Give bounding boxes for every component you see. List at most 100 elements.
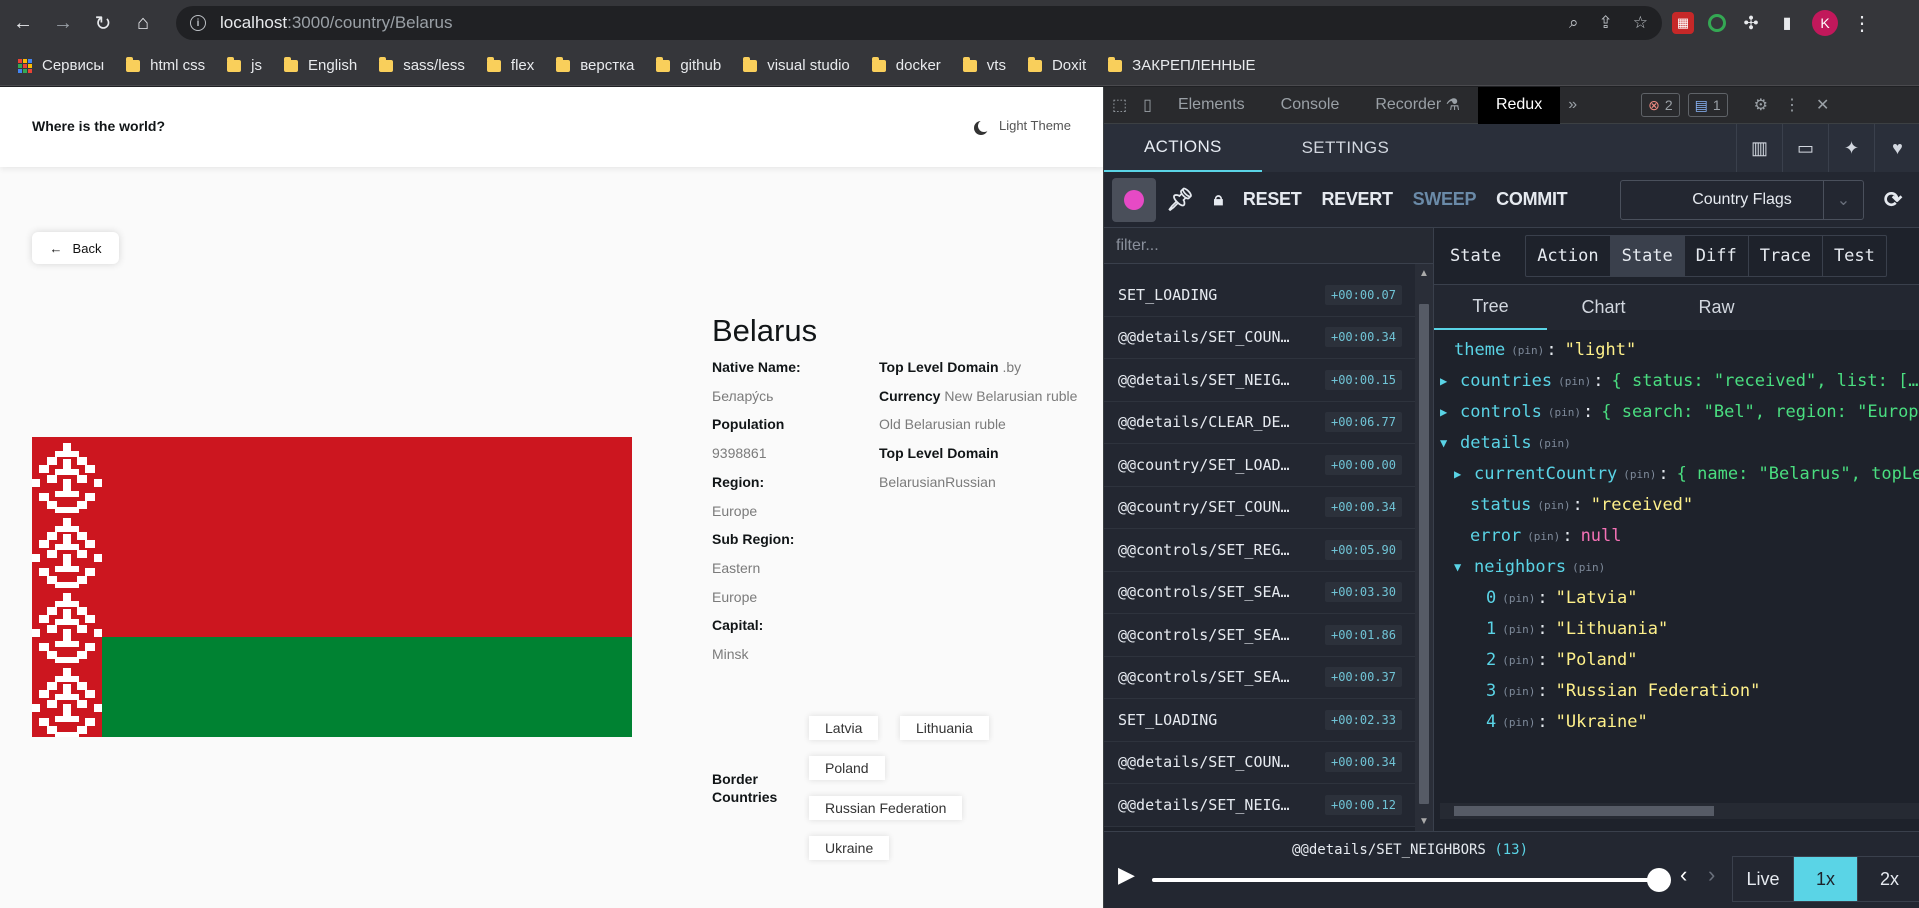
- tab-tree[interactable]: Tree: [1434, 285, 1547, 330]
- lock-icon[interactable]: 🔒︎: [1204, 172, 1233, 228]
- filter-input[interactable]: filter...: [1104, 228, 1433, 264]
- sweep-button[interactable]: SWEEP: [1403, 172, 1487, 228]
- tree-node-status[interactable]: status (pin): "received": [1470, 492, 1693, 518]
- error-count-badge[interactable]: ⊗ 2: [1641, 93, 1680, 117]
- sync-icon[interactable]: ⟳: [1874, 172, 1912, 228]
- profile-avatar[interactable]: K: [1812, 10, 1838, 36]
- home-icon[interactable]: ⌂: [126, 6, 160, 40]
- devtools-menu-icon[interactable]: ⋮: [1776, 87, 1808, 124]
- action-row[interactable]: SET_LOADING +00:02.33: [1104, 699, 1416, 742]
- action-row[interactable]: @@controls/SET_REG… +00:05.90: [1104, 529, 1416, 572]
- tree-node-neighbor[interactable]: 0 (pin): "Latvia": [1486, 585, 1638, 611]
- scrollbar-thumb[interactable]: [1454, 806, 1714, 816]
- reload-icon[interactable]: ↻: [86, 6, 120, 40]
- bookmark-folder[interactable]: github: [656, 56, 721, 74]
- tab-settings[interactable]: SETTINGS: [1262, 124, 1429, 172]
- action-row[interactable]: @@details/SET_NEIG… +00:00.12: [1104, 784, 1416, 827]
- scrollbar-thumb[interactable]: [1419, 304, 1429, 804]
- tree-node-neighbor[interactable]: 4 (pin): "Ukraine": [1486, 709, 1648, 735]
- action-row-partial[interactable]: [1104, 264, 1416, 275]
- book-icon[interactable]: ▥: [1736, 124, 1782, 172]
- scroll-up-icon[interactable]: ▲: [1419, 268, 1429, 279]
- tree-node-details[interactable]: ▼ details (pin): [1440, 430, 1573, 456]
- site-info-icon[interactable]: i: [190, 15, 206, 31]
- side-panel-icon[interactable]: ▮: [1776, 12, 1798, 34]
- bookmark-folder[interactable]: sass/less: [379, 56, 465, 74]
- inspect-element-icon[interactable]: ⬚: [1104, 87, 1135, 124]
- chat-icon[interactable]: ▭: [1782, 124, 1828, 172]
- action-row[interactable]: @@details/SET_COUN… +00:00.34: [1104, 316, 1416, 359]
- border-country-chip[interactable]: Russian Federation: [809, 796, 963, 820]
- tab-recorder[interactable]: Recorder ⚗: [1357, 87, 1478, 124]
- tab-state[interactable]: State: [1609, 236, 1684, 276]
- speed-2x[interactable]: 2x: [1857, 857, 1919, 901]
- back-button[interactable]: ← Back: [32, 232, 119, 264]
- tree-node-neighbor[interactable]: 3 (pin): "Russian Federation": [1486, 678, 1760, 704]
- tab-action[interactable]: Action: [1526, 236, 1609, 276]
- tree-node-theme[interactable]: theme (pin): "light": [1454, 337, 1636, 363]
- reset-button[interactable]: RESET: [1233, 172, 1312, 228]
- message-count-badge[interactable]: ▤ 1: [1687, 93, 1728, 117]
- play-icon[interactable]: ▶: [1118, 862, 1135, 888]
- speed-1x[interactable]: 1x: [1793, 857, 1857, 901]
- scroll-down-icon[interactable]: ▼: [1419, 816, 1429, 827]
- step-forward-icon[interactable]: ›: [1708, 862, 1715, 888]
- bookmark-folder[interactable]: visual studio: [743, 56, 850, 74]
- tab-redux[interactable]: Redux: [1477, 86, 1561, 124]
- close-icon[interactable]: ✕: [1808, 87, 1837, 124]
- tree-node-neighbor[interactable]: 1 (pin): "Lithuania": [1486, 616, 1668, 642]
- url-text[interactable]: localhost:3000/country/Belarus: [220, 13, 453, 33]
- browser-menu-icon[interactable]: ⋮: [1852, 11, 1872, 36]
- extension-red-icon[interactable]: ▦: [1672, 12, 1694, 34]
- bookmark-folder[interactable]: docker: [871, 56, 941, 74]
- theme-toggle[interactable]: Light Theme: [975, 118, 1071, 133]
- device-toolbar-icon[interactable]: ▯: [1135, 87, 1160, 124]
- border-country-chip[interactable]: Latvia: [809, 716, 879, 740]
- tab-diff[interactable]: Diff: [1683, 236, 1748, 276]
- tree-horizontal-scrollbar[interactable]: [1440, 803, 1919, 819]
- bookmark-star-icon[interactable]: ☆: [1633, 13, 1648, 33]
- tree-node-current-country[interactable]: ▶ currentCountry (pin):{ name: "Belarus", …: [1454, 461, 1919, 487]
- extensions-puzzle-icon[interactable]: ✣: [1740, 12, 1762, 34]
- action-list-scrollbar[interactable]: ▲ ▼: [1415, 264, 1433, 831]
- tab-actions[interactable]: ACTIONS: [1104, 124, 1262, 172]
- revert-button[interactable]: REVERT: [1311, 172, 1402, 228]
- app-title[interactable]: Where is the world?: [32, 118, 165, 134]
- tab-test[interactable]: Test: [1821, 236, 1886, 276]
- more-tabs-icon[interactable]: »: [1560, 87, 1585, 124]
- action-row[interactable]: @@country/SET_COUN… +00:00.34: [1104, 486, 1416, 529]
- pin-icon[interactable]: 📌︎: [1156, 172, 1204, 228]
- extension-green-icon[interactable]: [1708, 14, 1726, 32]
- bookmark-folder[interactable]: English: [284, 56, 357, 74]
- bookmark-folder[interactable]: верстка: [556, 56, 634, 74]
- tab-chart[interactable]: Chart: [1547, 285, 1660, 330]
- instance-select[interactable]: Country Flags ⌄: [1620, 180, 1864, 220]
- back-arrow-icon[interactable]: ←: [6, 6, 40, 40]
- record-button[interactable]: [1112, 177, 1156, 222]
- share-icon[interactable]: ⇪: [1599, 13, 1613, 33]
- action-row[interactable]: @@controls/SET_SEA… +00:01.86: [1104, 614, 1416, 657]
- border-country-chip[interactable]: Lithuania: [900, 716, 989, 740]
- border-country-chip[interactable]: Ukraine: [809, 836, 890, 860]
- settings-gear-icon[interactable]: ⚙: [1746, 87, 1776, 124]
- slider-handle[interactable]: [1647, 868, 1671, 892]
- forward-arrow-icon[interactable]: →: [46, 6, 80, 40]
- heart-icon[interactable]: ♥: [1874, 124, 1919, 172]
- tree-node-neighbor[interactable]: 2 (pin): "Poland": [1486, 647, 1638, 673]
- tab-trace[interactable]: Trace: [1747, 236, 1822, 276]
- bookmark-apps[interactable]: Сервисы: [18, 57, 104, 74]
- action-row[interactable]: @@country/SET_LOAD… +00:00.00: [1104, 444, 1416, 487]
- bookmark-folder[interactable]: vts: [962, 56, 1006, 74]
- bookmark-folder[interactable]: ЗАКРЕПЛЕННЫЕ: [1108, 56, 1256, 74]
- step-back-icon[interactable]: ‹: [1680, 862, 1687, 888]
- action-row[interactable]: @@controls/SET_SEA… +00:03.30: [1104, 571, 1416, 614]
- action-row[interactable]: @@details/CLEAR_DE… +00:06.77: [1104, 401, 1416, 444]
- twitter-icon[interactable]: ✦: [1828, 124, 1874, 172]
- border-country-chip[interactable]: Poland: [809, 756, 885, 780]
- tab-raw[interactable]: Raw: [1660, 285, 1773, 330]
- bookmark-folder[interactable]: html css: [126, 56, 205, 74]
- zoom-icon[interactable]: ⌕: [1569, 13, 1579, 33]
- tab-console[interactable]: Console: [1263, 87, 1358, 124]
- action-row[interactable]: SET_LOADING +00:00.07: [1104, 274, 1416, 317]
- slider-track[interactable]: [1152, 878, 1662, 882]
